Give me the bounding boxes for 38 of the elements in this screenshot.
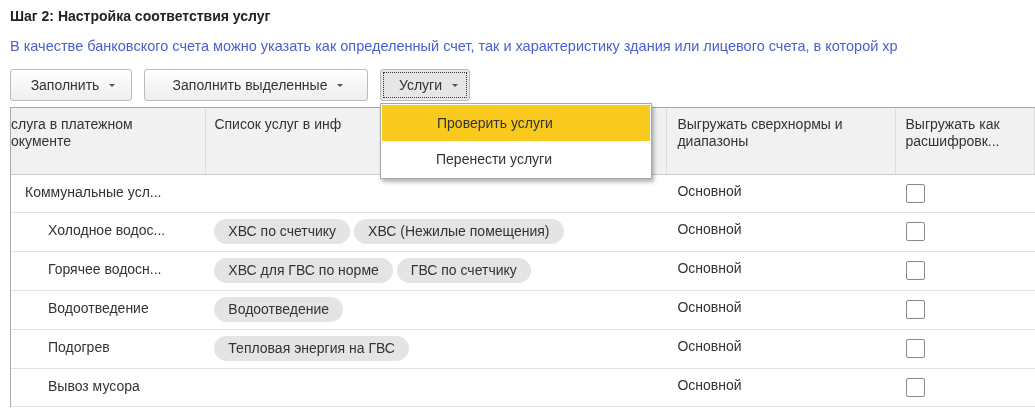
option-text: Основной bbox=[677, 299, 742, 315]
column-header[interactable]: Выгружать сверхнормы и диапазоны bbox=[677, 116, 887, 150]
service-tag: Тепловая энергия на ГВС bbox=[214, 336, 409, 361]
option-text: Основной bbox=[677, 183, 742, 199]
service-name: Коммунальные усл... bbox=[25, 184, 162, 200]
option-text: Основной bbox=[677, 338, 742, 354]
column-header[interactable]: Список услуг в инф bbox=[214, 116, 342, 133]
checkbox[interactable] bbox=[905, 339, 925, 358]
dropdown-button[interactable]: Заполнить выделенные bbox=[144, 69, 368, 101]
checkbox[interactable] bbox=[905, 378, 925, 397]
caret-icon bbox=[337, 83, 344, 87]
checkbox[interactable] bbox=[905, 300, 925, 319]
service-name: Горячее водосн... bbox=[48, 261, 162, 277]
service-name: Подогрев bbox=[48, 339, 110, 355]
checkbox[interactable] bbox=[905, 184, 925, 203]
option-text: Основной bbox=[677, 221, 742, 237]
step-title: Шаг 2: Настройка соответствия услуг bbox=[9, 7, 272, 26]
service-tag: Водоотведение bbox=[214, 297, 344, 322]
menu-item[interactable]: Перенести услуги bbox=[381, 141, 651, 177]
caret-icon bbox=[452, 83, 459, 87]
description-text: В качестве банковского счета можно указать как определенный счет, так и характеристику здания или лицевого счета, в которой хр bbox=[9, 37, 899, 56]
service-tag: ГВС по счетчику bbox=[396, 258, 531, 283]
checkbox[interactable] bbox=[905, 261, 925, 280]
option-text: Основной bbox=[677, 377, 742, 393]
option-text: Основной bbox=[677, 260, 742, 276]
caret-icon bbox=[109, 83, 116, 87]
column-header[interactable]: слуга в платежном окументе bbox=[11, 116, 156, 150]
menu-item[interactable]: Проверить услуги bbox=[382, 105, 650, 141]
service-tag: ХВС по счетчику bbox=[214, 219, 351, 244]
service-name: Водоотведение bbox=[48, 300, 149, 316]
service-name: Холодное водос... bbox=[48, 222, 166, 238]
service-name: Вывоз мусора bbox=[48, 378, 140, 394]
dropdown-button[interactable]: Заполнить bbox=[10, 69, 132, 101]
service-tag: ХВС (Нежилые помещения) bbox=[354, 219, 564, 244]
dropdown-button[interactable]: Услуги bbox=[380, 69, 470, 101]
checkbox[interactable] bbox=[905, 222, 925, 241]
column-header[interactable]: Выгружать как расшифровк... bbox=[905, 116, 1026, 150]
service-tag: ХВС для ГВС по норме bbox=[214, 258, 393, 283]
